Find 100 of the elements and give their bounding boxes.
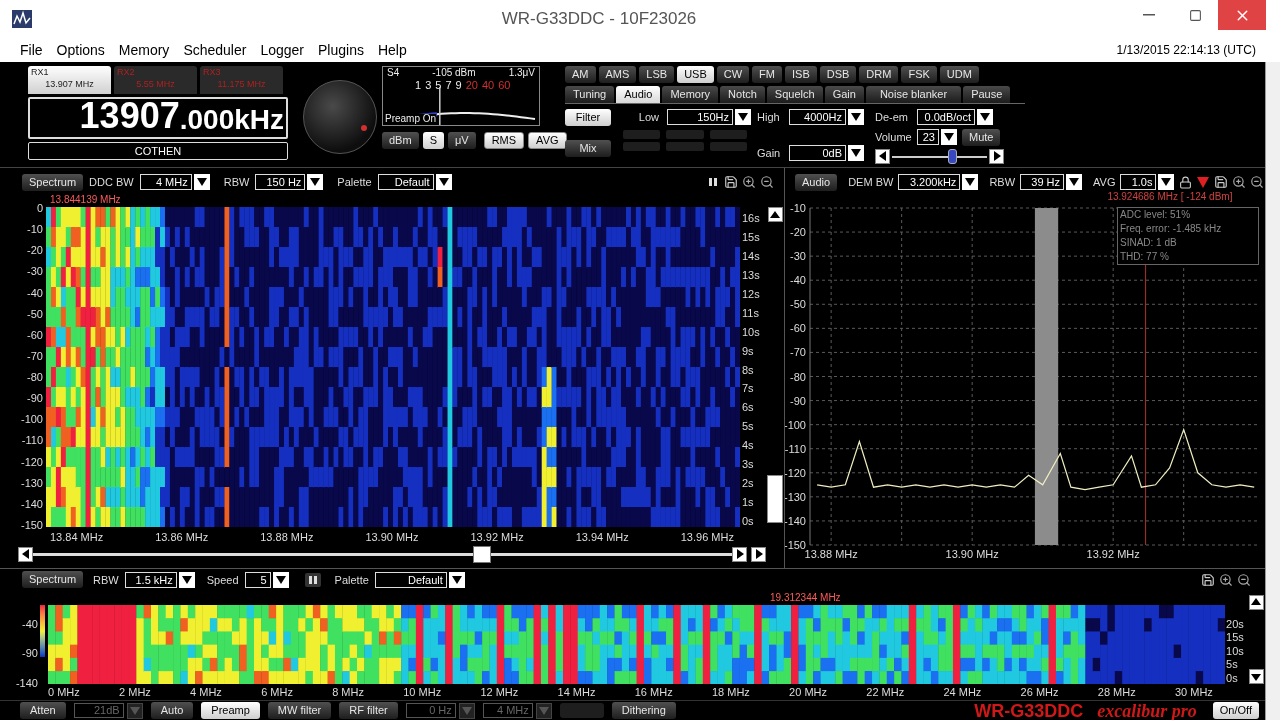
mode-button[interactable]: FSK: [901, 66, 937, 83]
scroll-arrow-button[interactable]: [1248, 669, 1264, 684]
value-field[interactable]: 3.200kHz: [898, 174, 961, 190]
power-button[interactable]: On/Off: [1212, 702, 1259, 719]
toolbar-button[interactable]: Dithering: [611, 702, 676, 719]
menu-item[interactable]: Help: [377, 39, 407, 61]
frequency-display[interactable]: 13907.000kHz: [28, 97, 288, 139]
tab[interactable]: Audio: [616, 86, 661, 103]
zoom-in-icon[interactable]: [742, 175, 756, 189]
mode-button[interactable]: UDM: [939, 66, 979, 83]
value-field[interactable]: 150 Hz: [255, 174, 306, 190]
audio-mode-button[interactable]: Mix: [565, 140, 611, 157]
panel-button[interactable]: Audio: [795, 173, 838, 191]
zoom-in-icon[interactable]: [1232, 175, 1247, 189]
tab[interactable]: Memory: [662, 86, 719, 103]
meter-option-button[interactable]: RMS: [483, 132, 525, 149]
menu-item[interactable]: Plugins: [318, 39, 364, 61]
dropdown-button[interactable]: [178, 571, 195, 588]
dropdown-arrow-icon: [851, 113, 861, 122]
meter-option-button[interactable]: AVG: [528, 132, 567, 149]
tab[interactable]: Pause: [963, 86, 1011, 103]
menu-item[interactable]: Memory: [118, 39, 170, 61]
value-field[interactable]: 5: [244, 571, 271, 588]
unit-button[interactable]: μV: [447, 132, 476, 149]
mode-button[interactable]: AM: [565, 66, 596, 83]
dropdown-button[interactable]: [307, 174, 324, 190]
lock-icon[interactable]: [1179, 175, 1193, 189]
value-field[interactable]: 0.0dB/oct: [917, 109, 975, 126]
value-field[interactable]: Default: [374, 571, 447, 588]
pause-icon[interactable]: [708, 177, 718, 187]
menu-item[interactable]: Scheduler: [183, 39, 247, 61]
mode-button[interactable]: CW: [716, 66, 750, 83]
mode-button[interactable]: AMS: [598, 66, 637, 83]
dropdown-button[interactable]: [193, 174, 210, 190]
tab[interactable]: Gain: [824, 86, 864, 103]
slider-thumb[interactable]: [947, 148, 957, 164]
scroll-thumb[interactable]: [767, 475, 783, 523]
tab[interactable]: Notch: [720, 86, 765, 103]
scroll-arrow-button[interactable]: [1248, 594, 1264, 610]
receiver-tab[interactable]: RX1 13.907 MHz: [28, 66, 111, 94]
value-field[interactable]: 0dB: [789, 145, 846, 162]
passband-marker[interactable]: [1034, 208, 1059, 545]
toolbar-button[interactable]: Atten: [20, 702, 66, 719]
dropdown-button[interactable]: [448, 571, 465, 588]
scroll-arrow-button[interactable]: [751, 546, 766, 562]
tab[interactable]: Squelch: [766, 86, 823, 103]
zoom-in-icon[interactable]: [1219, 572, 1233, 587]
zoom-out-icon[interactable]: [1237, 572, 1251, 587]
toolbar-button[interactable]: MW filter: [267, 702, 332, 719]
menu-item[interactable]: Logger: [260, 39, 304, 61]
zoom-out-icon[interactable]: [1250, 175, 1265, 189]
menu-item[interactable]: Options: [56, 39, 105, 61]
save-icon[interactable]: [1214, 175, 1229, 189]
value-field[interactable]: 4 MHz: [139, 174, 192, 190]
save-icon[interactable]: [1201, 572, 1215, 587]
dropdown-button[interactable]: [977, 109, 993, 126]
save-icon[interactable]: [724, 175, 738, 189]
menu-item[interactable]: File: [20, 39, 43, 61]
value-field[interactable]: 39 Hz: [1020, 174, 1065, 190]
value-field[interactable]: 1.5 kHz: [124, 571, 177, 588]
unit-button[interactable]: dBm: [382, 132, 419, 149]
value-field[interactable]: Default: [377, 174, 434, 190]
value-field[interactable]: 1.0s: [1120, 174, 1157, 190]
tab[interactable]: Noise blanker: [865, 86, 962, 103]
scroll-arrow-button[interactable]: [875, 148, 890, 164]
dropdown-button[interactable]: [272, 571, 289, 588]
mute-button[interactable]: Mute: [962, 128, 1001, 146]
scroll-arrow-button[interactable]: [767, 207, 783, 222]
dropdown-button[interactable]: [962, 174, 979, 190]
value-field[interactable]: 150Hz: [667, 109, 733, 126]
dropdown-button[interactable]: [435, 174, 452, 190]
zoom-out-icon[interactable]: [760, 175, 774, 189]
triangle-icon[interactable]: [1197, 176, 1210, 188]
toolbar-button[interactable]: Preamp: [201, 702, 260, 719]
volume-slider[interactable]: [892, 148, 987, 164]
mode-button[interactable]: DSB: [819, 66, 857, 83]
value-field[interactable]: 4000Hz: [789, 109, 846, 126]
dropdown-button[interactable]: [848, 109, 864, 126]
toolbar-button[interactable]: RF filter: [339, 702, 398, 719]
dropdown-button[interactable]: [848, 145, 864, 162]
toolbar-button[interactable]: Auto: [150, 702, 194, 719]
mode-button[interactable]: ISB: [785, 66, 817, 83]
scroll-thumb[interactable]: [473, 545, 491, 563]
dropdown-button[interactable]: [941, 129, 957, 145]
mode-button[interactable]: LSB: [639, 66, 675, 83]
dropdown-button[interactable]: [735, 109, 751, 126]
scroll-arrow-button[interactable]: [18, 546, 33, 562]
unit-button[interactable]: S: [422, 132, 444, 149]
dropdown-button[interactable]: [1158, 174, 1175, 190]
mode-button[interactable]: USB: [677, 66, 714, 83]
panel-button[interactable]: Spectrum: [22, 571, 84, 589]
dropdown-button[interactable]: [1066, 174, 1083, 190]
tab[interactable]: Tuning: [565, 86, 615, 103]
panel-button[interactable]: Spectrum: [22, 173, 84, 191]
mode-button[interactable]: FM: [752, 66, 782, 83]
scroll-arrow-button[interactable]: [989, 148, 1004, 164]
value-field[interactable]: 23: [917, 129, 939, 145]
scroll-arrow-button[interactable]: [732, 546, 747, 562]
audio-mode-button[interactable]: Filter: [565, 109, 611, 126]
mode-button[interactable]: DRM: [859, 66, 899, 83]
